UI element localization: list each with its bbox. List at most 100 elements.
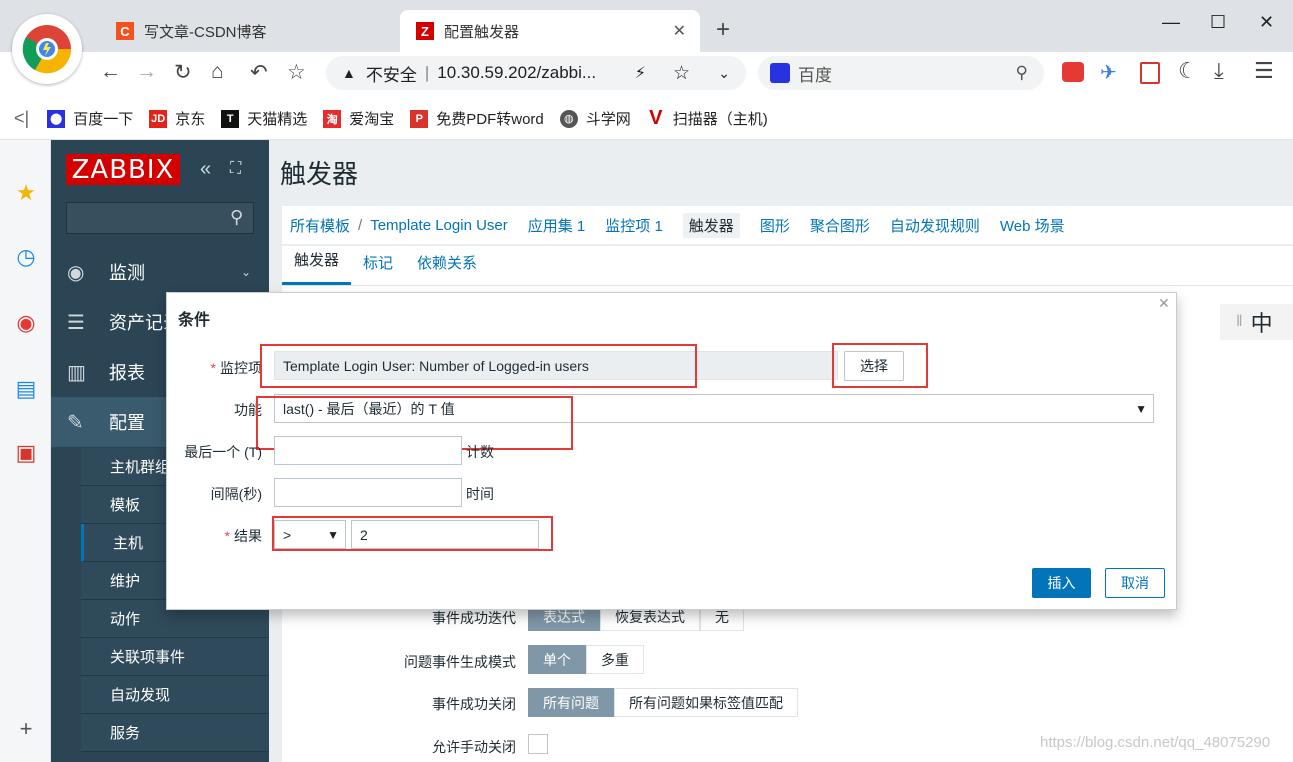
submenu-event-correlation[interactable]: 关联项事件 (81, 638, 269, 676)
baidu-icon: ⬤ (47, 109, 66, 128)
subtab-trigger[interactable]: 触发器 (282, 249, 352, 285)
cancel-button[interactable]: 取消 (1105, 568, 1165, 598)
interval-label: 间隔(秒) (210, 486, 262, 502)
bookmark-baidu[interactable]: ⬤ 百度一下 (47, 108, 133, 129)
star-icon[interactable]: ☆ (673, 62, 690, 85)
breadcrumb-template[interactable]: Template Login User (370, 217, 508, 234)
taobao-icon: 淘 (323, 109, 342, 128)
extension-pdf-icon[interactable] (1140, 62, 1160, 84)
bookmark-scanner[interactable]: V 扫描器（主机) (647, 107, 768, 129)
browser-logo-icon (22, 25, 72, 74)
highlight-box (260, 344, 697, 388)
last-count-input[interactable] (274, 436, 462, 465)
option-single[interactable]: 单个 (528, 645, 586, 674)
tab-screens[interactable]: 聚合图形 (810, 215, 870, 236)
tmall-icon: T (221, 109, 240, 128)
search-icon[interactable]: ⚲ (1016, 63, 1028, 83)
breadcrumb-all-templates[interactable]: 所有模板 (290, 215, 350, 236)
reload-icon[interactable]: ↻ (174, 60, 192, 85)
option-all-problems[interactable]: 所有问题 (528, 688, 614, 717)
breadcrumb-separator: / (358, 216, 363, 234)
home-icon[interactable]: ⌂ (211, 60, 224, 84)
form-tabs: 触发器 标记 依赖关系 (282, 246, 1293, 286)
submenu-services[interactable]: 服务 (81, 714, 269, 752)
extension-game-icon[interactable] (1062, 62, 1084, 82)
bookmark-pdf[interactable]: P 免费PDF转word (410, 108, 544, 129)
pdf-icon: P (410, 109, 429, 128)
undo-icon[interactable]: ↶ (250, 60, 268, 85)
tab-csdn[interactable]: C 写文章-CSDN博客 (100, 10, 400, 52)
close-icon[interactable]: ✕ (1158, 295, 1170, 312)
tab-graphs[interactable]: 图形 (760, 215, 790, 236)
lightning-icon[interactable]: ⚡ (635, 63, 646, 83)
kiosk-mode-icon[interactable]: ⛶ (230, 160, 241, 178)
interval-suffix: 时间 (466, 486, 494, 502)
zabbix-search-input[interactable] (66, 202, 254, 234)
search-icon[interactable]: ⚲ (230, 207, 243, 228)
bookmark-jd[interactable]: JD 京东 (149, 108, 205, 129)
menu-icon[interactable]: ☰ (1254, 58, 1274, 84)
tab-web-scenarios[interactable]: Web 场景 (1000, 215, 1065, 236)
subtab-tags[interactable]: 标记 (351, 252, 405, 285)
baidu-icon (770, 63, 790, 83)
wrench-icon: ✎ (67, 411, 84, 434)
highlight-box (272, 516, 553, 551)
minimize-button[interactable]: — (1162, 12, 1180, 33)
ime-divider: ‖ (1236, 313, 1243, 330)
search-box[interactable]: 百度 ⚲ (758, 56, 1044, 90)
history-icon[interactable]: ◷ (13, 244, 39, 270)
collapse-menu-icon[interactable]: « (200, 158, 211, 181)
pdf-sidebar-icon[interactable]: ▣ (13, 440, 39, 466)
tab-discovery-rules[interactable]: 自动发现规则 (890, 215, 980, 236)
bookmark-label: 京东 (175, 111, 206, 128)
manual-close-label: 允许手动关闭 (432, 739, 516, 755)
address-bar[interactable]: ▲ 不安全 | 10.30.59.202/zabbi... ⚡ ☆ ⌄ (326, 56, 746, 90)
forward-icon[interactable]: → (136, 60, 157, 84)
maximize-button[interactable]: ☐ (1210, 12, 1226, 33)
bookmark-taobao[interactable]: 淘 爱淘宝 (323, 108, 394, 129)
zabbix-logo[interactable]: ZABBIX (66, 154, 180, 185)
add-sidebar-icon[interactable]: + (13, 716, 39, 742)
ok-close-toggle: 所有问题 所有问题如果标签值匹配 (528, 688, 798, 717)
chart-icon: ▥ (67, 361, 86, 384)
browser-logo (12, 14, 82, 84)
bookmark-label: 天猫精选 (247, 111, 308, 128)
download-icon[interactable]: ⤓ (1214, 58, 1224, 84)
manual-close-checkbox[interactable] (528, 734, 548, 754)
menu-label: 报表 (109, 363, 145, 383)
close-tab-icon[interactable]: ✕ (673, 21, 686, 41)
tab-items[interactable]: 监控项 1 (605, 215, 663, 236)
bookmark-label: 斗学网 (585, 111, 631, 128)
option-tag-match[interactable]: 所有问题如果标签值匹配 (614, 688, 798, 717)
function-label: 功能 (234, 402, 262, 418)
submenu-discovery[interactable]: 自动发现 (81, 676, 269, 714)
favorites-star-icon[interactable]: ★ (13, 180, 39, 206)
window-icon[interactable]: ▤ (13, 376, 39, 402)
chevron-down-icon[interactable]: ⌄ (718, 65, 730, 82)
collapse-sidebar-icon[interactable]: <| (14, 108, 29, 129)
option-multiple[interactable]: 多重 (586, 645, 644, 674)
tab-zabbix-trigger[interactable]: Z 配置触发器 ✕ (400, 10, 700, 52)
bookmark-tmall[interactable]: T 天猫精选 (221, 108, 307, 129)
weibo-icon[interactable]: ◉ (13, 310, 39, 336)
warning-icon: ▲ (342, 65, 356, 81)
subtab-dependencies[interactable]: 依赖关系 (405, 252, 489, 285)
bookmark-douxue[interactable]: ◍ 斗学网 (559, 108, 631, 129)
watermark: https://blog.csdn.net/qq_48075290 (1040, 734, 1271, 751)
new-tab-button[interactable]: + (716, 16, 730, 44)
tab-triggers[interactable]: 触发器 (682, 212, 740, 238)
tab-applications[interactable]: 应用集 1 (528, 215, 586, 236)
night-mode-icon[interactable]: ☾ (1178, 58, 1198, 84)
jd-icon: JD (149, 109, 168, 128)
bookmark-star-icon[interactable]: ☆ (287, 60, 306, 85)
chevron-down-icon: ⌄ (240, 265, 251, 279)
result-label-text: 结果 (234, 528, 262, 544)
insert-button[interactable]: 插入 (1032, 568, 1091, 598)
menu-monitoring[interactable]: ◉ 监测 ⌄ (51, 247, 269, 297)
interval-input[interactable] (274, 478, 462, 507)
extension-bird-icon[interactable]: ✈ (1100, 60, 1117, 85)
csdn-favicon-icon: C (116, 22, 134, 40)
close-window-button[interactable]: ✕ (1259, 12, 1274, 33)
ime-indicator[interactable]: ‖ 中 (1220, 304, 1293, 340)
back-icon[interactable]: ← (100, 60, 121, 84)
